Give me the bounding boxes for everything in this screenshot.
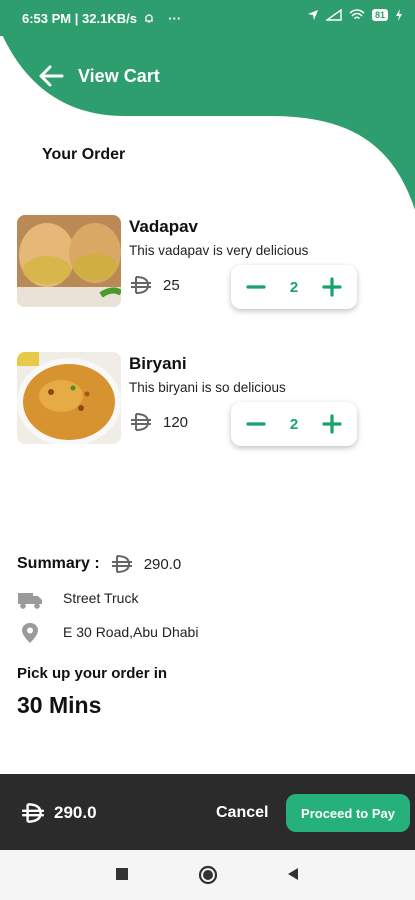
item-price: 25 — [163, 276, 180, 294]
item-description: This biryani is so delicious — [129, 380, 286, 395]
cancel-button[interactable]: Cancel — [216, 804, 268, 822]
charging-icon — [396, 9, 402, 21]
your-order-heading: Your Order — [42, 146, 126, 163]
page-title: View Cart — [78, 66, 160, 86]
back-triangle-icon[interactable] — [286, 867, 300, 881]
quantity-value: 2 — [289, 415, 299, 433]
battery-icon: 81 — [371, 9, 388, 21]
quantity-value: 2 — [289, 278, 299, 296]
minus-icon[interactable] — [245, 413, 267, 435]
proceed-to-pay-button[interactable]: Proceed to Pay — [286, 794, 410, 832]
summary-total: 290.0 — [143, 555, 182, 573]
item-name: Biryani — [129, 354, 187, 373]
summary-label: Summary : — [17, 555, 100, 572]
quantity-stepper: 2 — [231, 402, 357, 446]
quantity-stepper: 2 — [231, 265, 357, 309]
item-price: 120 — [163, 413, 189, 431]
truck-icon — [18, 593, 42, 609]
status-bar: 6:53 PM | 32.1KB/s ··· 81 — [0, 0, 415, 36]
item-name: Vadapav — [129, 217, 198, 236]
dirham-icon — [131, 413, 151, 431]
cart-item: Biryani This biryani is so delicious 120… — [17, 352, 397, 448]
plus-icon[interactable] — [321, 276, 343, 298]
status-more: ··· — [168, 11, 182, 26]
location-icon — [307, 10, 318, 20]
pickup-address: E 30 Road,Abu Dhabi — [63, 624, 199, 640]
checkout-bar: 290.0 Cancel Proceed to Pay — [0, 774, 415, 850]
alarm-icon — [144, 14, 153, 23]
recents-square-icon[interactable] — [115, 867, 129, 881]
cart-item: Vadapav This vadapav is very delicious 2… — [17, 215, 397, 311]
home-circle-icon[interactable] — [198, 865, 218, 885]
vadapav-photo — [17, 215, 121, 307]
location-pin-icon — [22, 623, 38, 643]
vendor-row: Street Truck — [17, 588, 138, 610]
system-nav-bar — [0, 850, 415, 900]
pickup-label: Pick up your order in — [17, 665, 168, 682]
address-row: E 30 Road,Abu Dhabi — [17, 622, 198, 644]
plus-icon[interactable] — [321, 413, 343, 435]
dirham-icon — [111, 555, 132, 573]
dirham-icon — [131, 276, 151, 294]
status-time: 6:53 PM — [22, 11, 72, 26]
order-summary: Summary : 290.0 — [17, 554, 181, 574]
checkout-total: 290.0 — [54, 803, 97, 822]
dirham-icon — [22, 803, 44, 823]
wifi-icon — [349, 9, 365, 20]
signal-icon — [325, 9, 342, 21]
minus-icon[interactable] — [245, 276, 267, 298]
item-description: This vadapav is very delicious — [129, 243, 309, 258]
vendor-name: Street Truck — [63, 590, 139, 606]
arrow-left-icon[interactable] — [38, 64, 64, 88]
biryani-photo — [17, 352, 121, 444]
network-speed: 32.1KB/s — [82, 11, 137, 26]
pickup-time: 30 Mins — [17, 692, 102, 718]
